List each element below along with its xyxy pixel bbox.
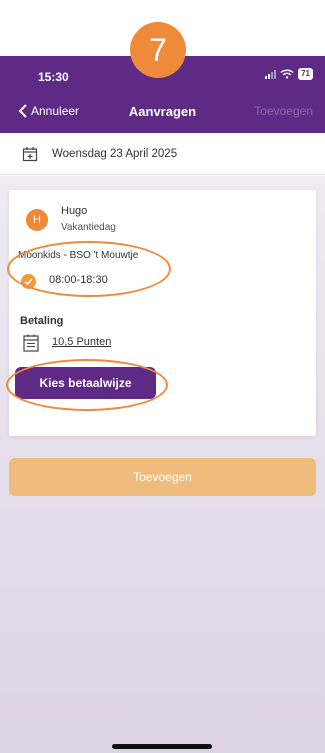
calendar-plus-icon <box>22 147 38 162</box>
location-label: Moonkids - BSO 't Mouwtje <box>18 250 139 261</box>
check-circle-icon <box>21 274 36 289</box>
voucher-icon <box>23 334 39 352</box>
booking-card: H Hugo Vakantiedag Moonkids - BSO 't Mou… <box>9 190 316 436</box>
status-time: 15:30 <box>38 70 69 84</box>
page: 15:30 71 Annuleer Aanvragen Toevoegen 7 <box>0 0 325 753</box>
nav-bar: Annuleer Aanvragen Toevoegen <box>0 102 325 124</box>
child-name: Hugo <box>61 205 88 217</box>
avatar: H <box>26 209 48 231</box>
time-range: 08:00-18:30 <box>49 274 108 286</box>
date-label: Woensdag 23 April 2025 <box>52 148 178 160</box>
day-type: Vakantiedag <box>61 222 116 233</box>
payment-heading: Betaling <box>20 315 64 327</box>
points-link[interactable]: 10,5 Punten <box>52 336 111 348</box>
step-badge: 7 <box>130 22 186 78</box>
signal-icon <box>265 69 277 79</box>
add-button[interactable]: Toevoegen <box>9 458 316 496</box>
date-row[interactable]: Woensdag 23 April 2025 <box>0 133 325 175</box>
choose-payment-button[interactable]: Kies betaalwijze <box>15 367 156 399</box>
header-add-button[interactable]: Toevoegen <box>254 104 313 118</box>
status-icons: 71 <box>265 68 313 80</box>
home-indicator <box>112 744 212 749</box>
wifi-icon <box>280 69 294 79</box>
battery-icon: 71 <box>298 68 313 80</box>
